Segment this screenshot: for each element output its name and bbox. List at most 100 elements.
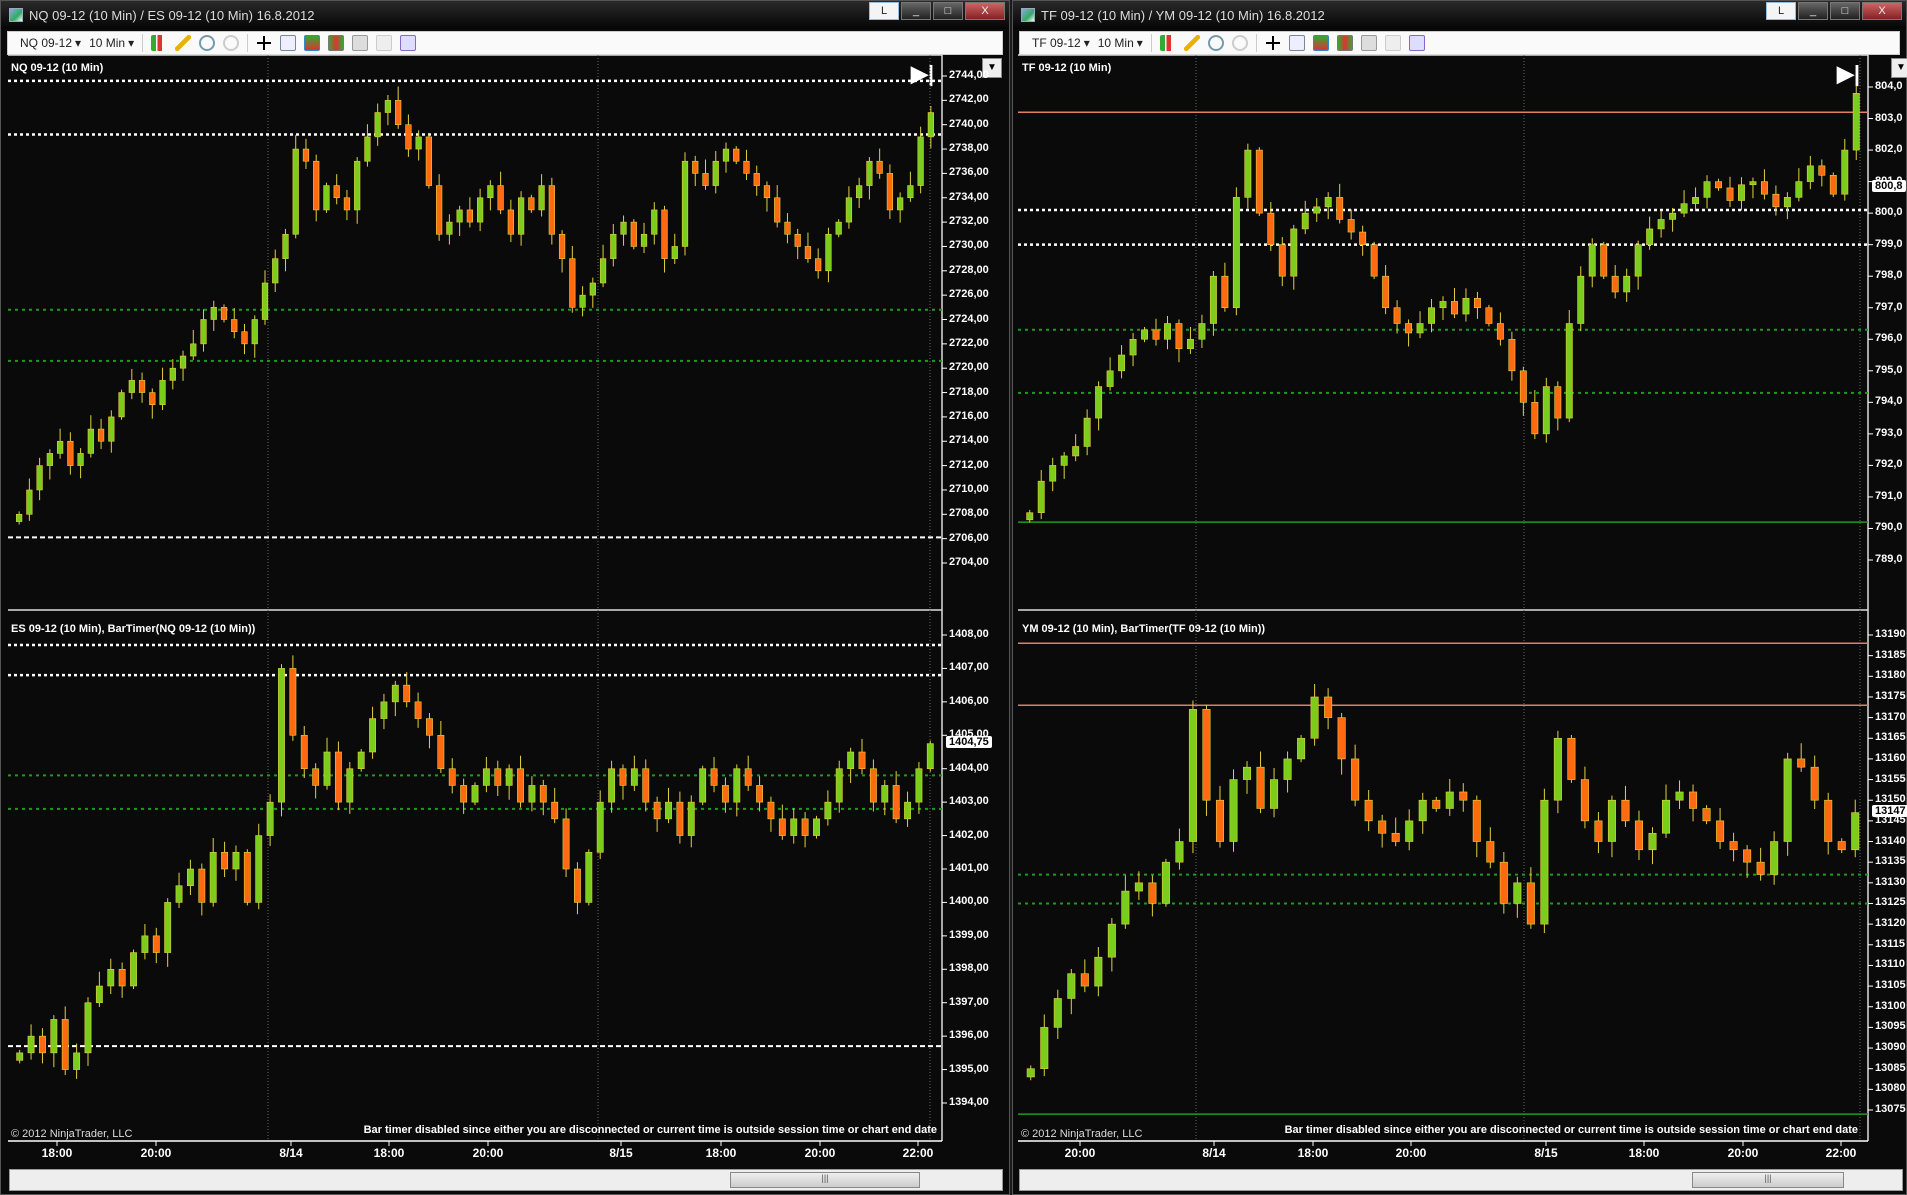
candle-up [77, 453, 84, 466]
last-price-marker: 1404,75 [946, 735, 992, 748]
candle-up [1661, 799, 1671, 834]
candle-up [712, 160, 719, 186]
candle-up [128, 380, 135, 393]
candle-up [357, 751, 365, 770]
candle-up [391, 684, 399, 703]
price-tick-label: 13150 [1875, 793, 1906, 806]
candle-up [856, 185, 863, 199]
candle-up [1607, 799, 1616, 842]
price-tick-label: 1395,00 [949, 1062, 989, 1075]
candle-up [292, 148, 299, 235]
time-tick-label: 22:00 [1825, 1146, 1857, 1160]
candle-up [1209, 275, 1217, 324]
candle-up [1588, 244, 1596, 277]
candle-up [164, 902, 172, 953]
candle-up [1795, 181, 1803, 198]
candle-up [699, 768, 707, 803]
candle-down [692, 160, 699, 174]
candle-down [1485, 307, 1493, 324]
candle-down [138, 380, 146, 393]
candle-up [917, 136, 924, 186]
candle-up [1445, 791, 1454, 809]
candle-up [1416, 323, 1424, 334]
candle-up [56, 440, 64, 454]
candle-up [1067, 973, 1076, 999]
price-tick-label: 13100 [1875, 999, 1906, 1012]
candle-up [232, 851, 240, 870]
candle-down [289, 668, 297, 736]
price-tick-label: 789,0 [1875, 553, 1903, 565]
candle-down [551, 801, 559, 820]
price-tick-label: 13180 [1875, 669, 1906, 682]
price-tick-label: 794,0 [1875, 395, 1903, 408]
candle-down [414, 701, 422, 719]
candle-up [1738, 184, 1745, 201]
candle-down [1148, 882, 1157, 904]
candle-up [272, 258, 279, 284]
candle-down [118, 968, 126, 987]
candle-down [794, 233, 801, 247]
candle-down [507, 209, 514, 235]
candle-down [220, 307, 228, 320]
candle-down [767, 801, 775, 820]
candle-up [1198, 323, 1206, 340]
price-tick-label: 13085 [1875, 1061, 1906, 1074]
candle-up [190, 343, 197, 357]
price-tick-label: 13105 [1875, 979, 1906, 992]
candle-up [1083, 417, 1091, 447]
candle-up [477, 197, 484, 223]
candle-up [1553, 737, 1562, 801]
candle-up [1297, 737, 1306, 760]
candle-up [1565, 323, 1573, 419]
price-tick-label: 1401,00 [949, 862, 989, 874]
candle-up [1094, 956, 1103, 987]
candle-up [620, 221, 627, 235]
candle-down [1499, 861, 1508, 904]
candle-up [1026, 1068, 1035, 1078]
candle-up [159, 380, 166, 406]
price-charts[interactable] [0, 0, 1907, 1195]
candle-up [1513, 882, 1522, 904]
price-tick-label: 1396,00 [949, 1029, 989, 1042]
candle-down [1267, 212, 1275, 245]
candle-up [1783, 758, 1792, 842]
price-tick-label: 2738,00 [949, 142, 989, 155]
price-tick-label: 2704,00 [949, 556, 989, 568]
candle-up [1851, 812, 1860, 851]
candle-down [539, 785, 547, 803]
candle-up [130, 952, 137, 987]
candle-up [73, 1052, 81, 1070]
candle-up [847, 751, 855, 770]
candle-up [1040, 1027, 1049, 1069]
candle-up [1852, 93, 1860, 151]
price-tick-label: 13185 [1875, 648, 1906, 661]
time-tick-label: 18:00 [705, 1146, 737, 1160]
candle-down [1432, 799, 1441, 809]
candle-up [482, 768, 490, 786]
candle-up [835, 221, 842, 235]
candle-down [801, 818, 809, 836]
candle-up [369, 718, 376, 753]
candle-up [1026, 512, 1034, 521]
candle-down [1600, 244, 1608, 277]
candle-up [517, 197, 525, 235]
candle-down [1459, 791, 1468, 801]
candle-down [1837, 841, 1846, 851]
candle-down [1473, 297, 1481, 309]
candle-up [640, 233, 648, 247]
candle-up [825, 233, 832, 272]
candle-down [426, 718, 433, 736]
candle-up [1188, 709, 1197, 842]
candle-up [1634, 244, 1642, 277]
candle-down [676, 801, 684, 836]
candle-up [1232, 197, 1240, 309]
candle-down [1554, 386, 1562, 419]
candle-up [907, 185, 914, 199]
candle-up [27, 1035, 35, 1054]
candle-down [403, 684, 411, 703]
candle-up [733, 768, 741, 803]
time-tick-label: 22:00 [902, 1146, 934, 1160]
candle-up [1301, 212, 1309, 230]
candle-up [1161, 861, 1170, 904]
candle-up [471, 785, 479, 803]
